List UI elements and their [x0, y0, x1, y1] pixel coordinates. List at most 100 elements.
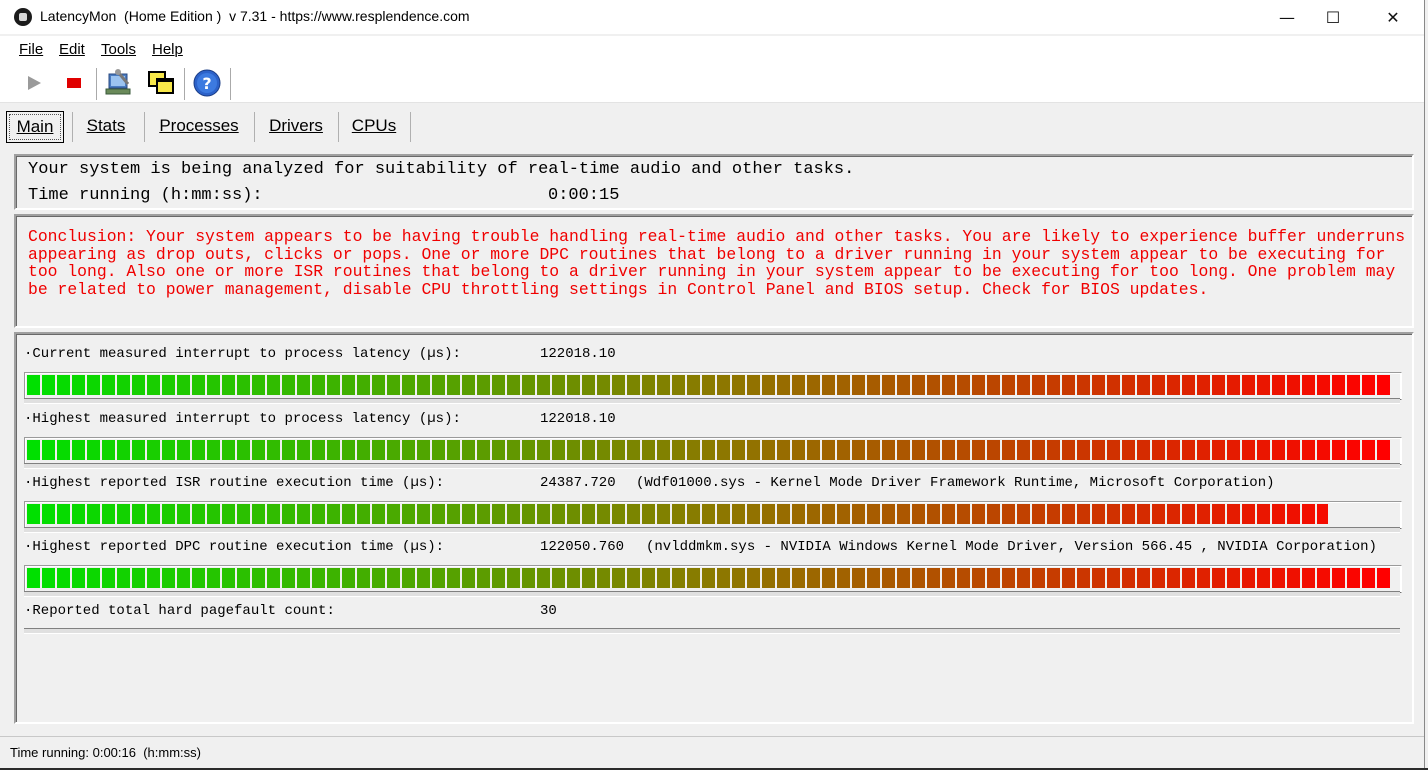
stop-monitor-button[interactable] [60, 68, 90, 98]
tab-cpus[interactable]: CPUs [342, 111, 406, 141]
maximize-button[interactable]: ☐ [1310, 0, 1356, 34]
meter-segment [207, 568, 220, 588]
meter-segment [1032, 568, 1045, 588]
meter-underline [24, 398, 1400, 404]
meter-segment [957, 504, 970, 524]
analyze-button[interactable] [104, 68, 134, 98]
time-running-value: 0:00:15 [548, 186, 620, 205]
meter-segment [912, 568, 925, 588]
meter-segment [327, 440, 340, 460]
meter-segment [42, 568, 55, 588]
help-button[interactable]: ? [192, 68, 222, 98]
monitor-wrench-icon [105, 69, 131, 95]
latency-meter [24, 501, 1402, 529]
start-monitor-button[interactable] [22, 68, 52, 98]
meter-segment [537, 440, 550, 460]
meter-segment [162, 568, 175, 588]
meter-segment [57, 504, 70, 524]
menu-help[interactable]: Help [152, 41, 183, 58]
meter-segment [312, 504, 325, 524]
windows-button[interactable] [146, 68, 176, 98]
meter-segment [1332, 375, 1345, 395]
meter-segment [1197, 568, 1210, 588]
meter-segment [732, 504, 745, 524]
tab-processes[interactable]: Processes [148, 111, 250, 141]
meter-segment [192, 504, 205, 524]
menu-edit[interactable]: Edit [59, 41, 85, 58]
meter-segment [402, 504, 415, 524]
meter-segment [1122, 568, 1135, 588]
meter-segment [582, 568, 595, 588]
meter-segment [1302, 375, 1315, 395]
meter-segment [1347, 440, 1360, 460]
meter-segment [1242, 568, 1255, 588]
meter-segment [1122, 375, 1135, 395]
meter-segment [312, 568, 325, 588]
meter-segment [1092, 568, 1105, 588]
meter-segment [597, 375, 610, 395]
minimize-icon: — [1279, 7, 1295, 27]
meter-segment [1377, 568, 1390, 588]
meter-segment [72, 375, 85, 395]
meter-underline [24, 527, 1400, 533]
meter-segment [1257, 440, 1270, 460]
meter-segment [1152, 375, 1165, 395]
title-bar[interactable]: LatencyMon (Home Edition ) v 7.31 - http… [0, 0, 1424, 34]
meter-segment [72, 504, 85, 524]
tab-drivers[interactable]: Drivers [258, 111, 334, 141]
meter-segment [1077, 504, 1090, 524]
meter-segment [807, 375, 820, 395]
meter-segment [927, 375, 940, 395]
meter-segment [852, 568, 865, 588]
meter-segment [882, 504, 895, 524]
meter-segment [1017, 440, 1030, 460]
meter-segment [1092, 440, 1105, 460]
meter-segment [852, 375, 865, 395]
meter-segment [657, 440, 670, 460]
metric-driver: (nvlddmkm.sys - NVIDIA Windows Kernel Mo… [646, 539, 1377, 555]
meter-segment [147, 440, 160, 460]
tab-stats[interactable]: Stats [74, 111, 138, 141]
meter-segment [342, 440, 355, 460]
meter-segment [297, 504, 310, 524]
meter-segment [1227, 504, 1240, 524]
meter-segment [1002, 440, 1015, 460]
meter-segment [1137, 504, 1150, 524]
tab-main[interactable]: Main [6, 111, 64, 143]
meter-segment [597, 504, 610, 524]
help-icon: ? [193, 69, 221, 97]
meter-segment [612, 568, 625, 588]
meter-segment [642, 375, 655, 395]
minimize-button[interactable]: — [1264, 0, 1310, 34]
meter-segment [627, 375, 640, 395]
menu-tools[interactable]: Tools [101, 41, 136, 58]
meter-segment [282, 375, 295, 395]
meter-segment [72, 568, 85, 588]
meter-segment [87, 568, 100, 588]
metric-label: ·Current measured interrupt to process l… [24, 346, 461, 362]
meter-segment [702, 504, 715, 524]
meter-segment [1377, 375, 1390, 395]
meter-segment [672, 375, 685, 395]
meter-segment [237, 375, 250, 395]
meter-segment [432, 568, 445, 588]
menu-file[interactable]: File [19, 41, 43, 58]
close-button[interactable]: ✕ [1370, 0, 1416, 34]
app-icon [14, 8, 32, 26]
meter-segment [642, 568, 655, 588]
meter-segment [882, 568, 895, 588]
meter-segment [627, 504, 640, 524]
meter-segment [522, 375, 535, 395]
meter-segment [42, 375, 55, 395]
meter-fill [27, 375, 1399, 395]
meter-segment [1107, 568, 1120, 588]
meter-segment [1182, 568, 1195, 588]
meter-segment [237, 440, 250, 460]
meter-segment [942, 375, 955, 395]
meter-segment [1167, 568, 1180, 588]
tab-divider [410, 112, 411, 142]
meter-segment [1302, 440, 1315, 460]
meter-segment [87, 375, 100, 395]
meter-segment [987, 440, 1000, 460]
toolbar-separator [230, 68, 231, 100]
